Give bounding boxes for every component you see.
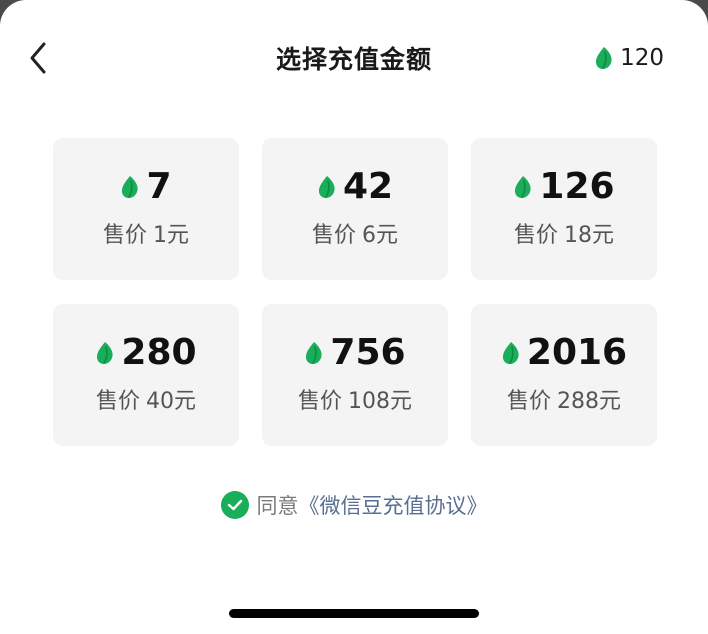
wechat-bean-icon bbox=[306, 342, 323, 364]
wechat-bean-icon bbox=[502, 342, 519, 364]
balance-value: 120 bbox=[620, 45, 664, 71]
wechat-bean-icon bbox=[97, 342, 114, 364]
option-price: 售价 1元 bbox=[103, 217, 189, 249]
option-price-value: 1元 bbox=[153, 223, 189, 248]
recharge-options: 7 售价 1元 42 售价 6元 126 售价 18元 280 售价 40元 7… bbox=[53, 138, 657, 446]
recharge-option-card[interactable]: 126 售价 18元 bbox=[471, 138, 657, 280]
recharge-option-card[interactable]: 42 售价 6元 bbox=[262, 138, 448, 280]
option-price-value: 6元 bbox=[362, 223, 398, 248]
option-price-label: 售价 bbox=[506, 389, 551, 414]
option-amount-value: 42 bbox=[342, 166, 394, 207]
option-amount-value: 756 bbox=[330, 332, 406, 373]
option-amount: 42 bbox=[317, 165, 393, 209]
option-price: 售价 108元 bbox=[298, 383, 412, 415]
balance-display: 120 bbox=[594, 43, 664, 73]
agreement-row: 同意《微信豆充值协议》 bbox=[0, 488, 708, 522]
option-amount: 126 bbox=[513, 165, 615, 209]
option-price: 售价 18元 bbox=[514, 217, 614, 249]
header: 选择充值金额 120 bbox=[0, 28, 708, 88]
recharge-option-card[interactable]: 280 售价 40元 bbox=[53, 304, 239, 446]
option-amount-value: 7 bbox=[146, 166, 172, 207]
option-amount-value: 280 bbox=[121, 332, 197, 373]
option-amount: 756 bbox=[304, 331, 406, 375]
option-price-value: 108元 bbox=[348, 389, 412, 414]
option-amount: 280 bbox=[95, 331, 197, 375]
wechat-bean-icon bbox=[318, 176, 335, 198]
option-price-label: 售价 bbox=[102, 223, 147, 248]
option-price: 售价 6元 bbox=[312, 217, 398, 249]
wechat-bean-icon bbox=[122, 176, 139, 198]
option-price-label: 售价 bbox=[513, 223, 558, 248]
option-amount: 2016 bbox=[501, 331, 627, 375]
option-price-label: 售价 bbox=[297, 389, 342, 414]
home-indicator bbox=[229, 609, 479, 618]
option-price-label: 售价 bbox=[95, 389, 140, 414]
wechat-bean-icon bbox=[515, 176, 532, 198]
agreement-checkbox[interactable] bbox=[220, 491, 249, 519]
agreement-link[interactable]: 《微信豆充值协议》 bbox=[299, 494, 488, 518]
option-price-label: 售价 bbox=[311, 223, 356, 248]
recharge-sheet: 选择充值金额 120 7 售价 1元 42 售价 6元 126 售价 18元 2… bbox=[0, 0, 708, 634]
option-amount: 7 bbox=[120, 165, 172, 209]
option-amount-value: 126 bbox=[539, 166, 615, 207]
option-price-value: 288元 bbox=[557, 389, 621, 414]
option-amount-value: 2016 bbox=[526, 332, 628, 373]
recharge-option-card[interactable]: 7 售价 1元 bbox=[53, 138, 239, 280]
wechat-bean-icon bbox=[596, 47, 612, 69]
checkmark-icon bbox=[227, 499, 242, 511]
option-price: 售价 288元 bbox=[507, 383, 621, 415]
option-price: 售价 40元 bbox=[96, 383, 196, 415]
recharge-option-card[interactable]: 756 售价 108元 bbox=[262, 304, 448, 446]
option-price-value: 40元 bbox=[146, 389, 196, 414]
option-price-value: 18元 bbox=[564, 223, 614, 248]
agreement-prefix: 同意 bbox=[256, 494, 299, 518]
recharge-option-card[interactable]: 2016 售价 288元 bbox=[471, 304, 657, 446]
